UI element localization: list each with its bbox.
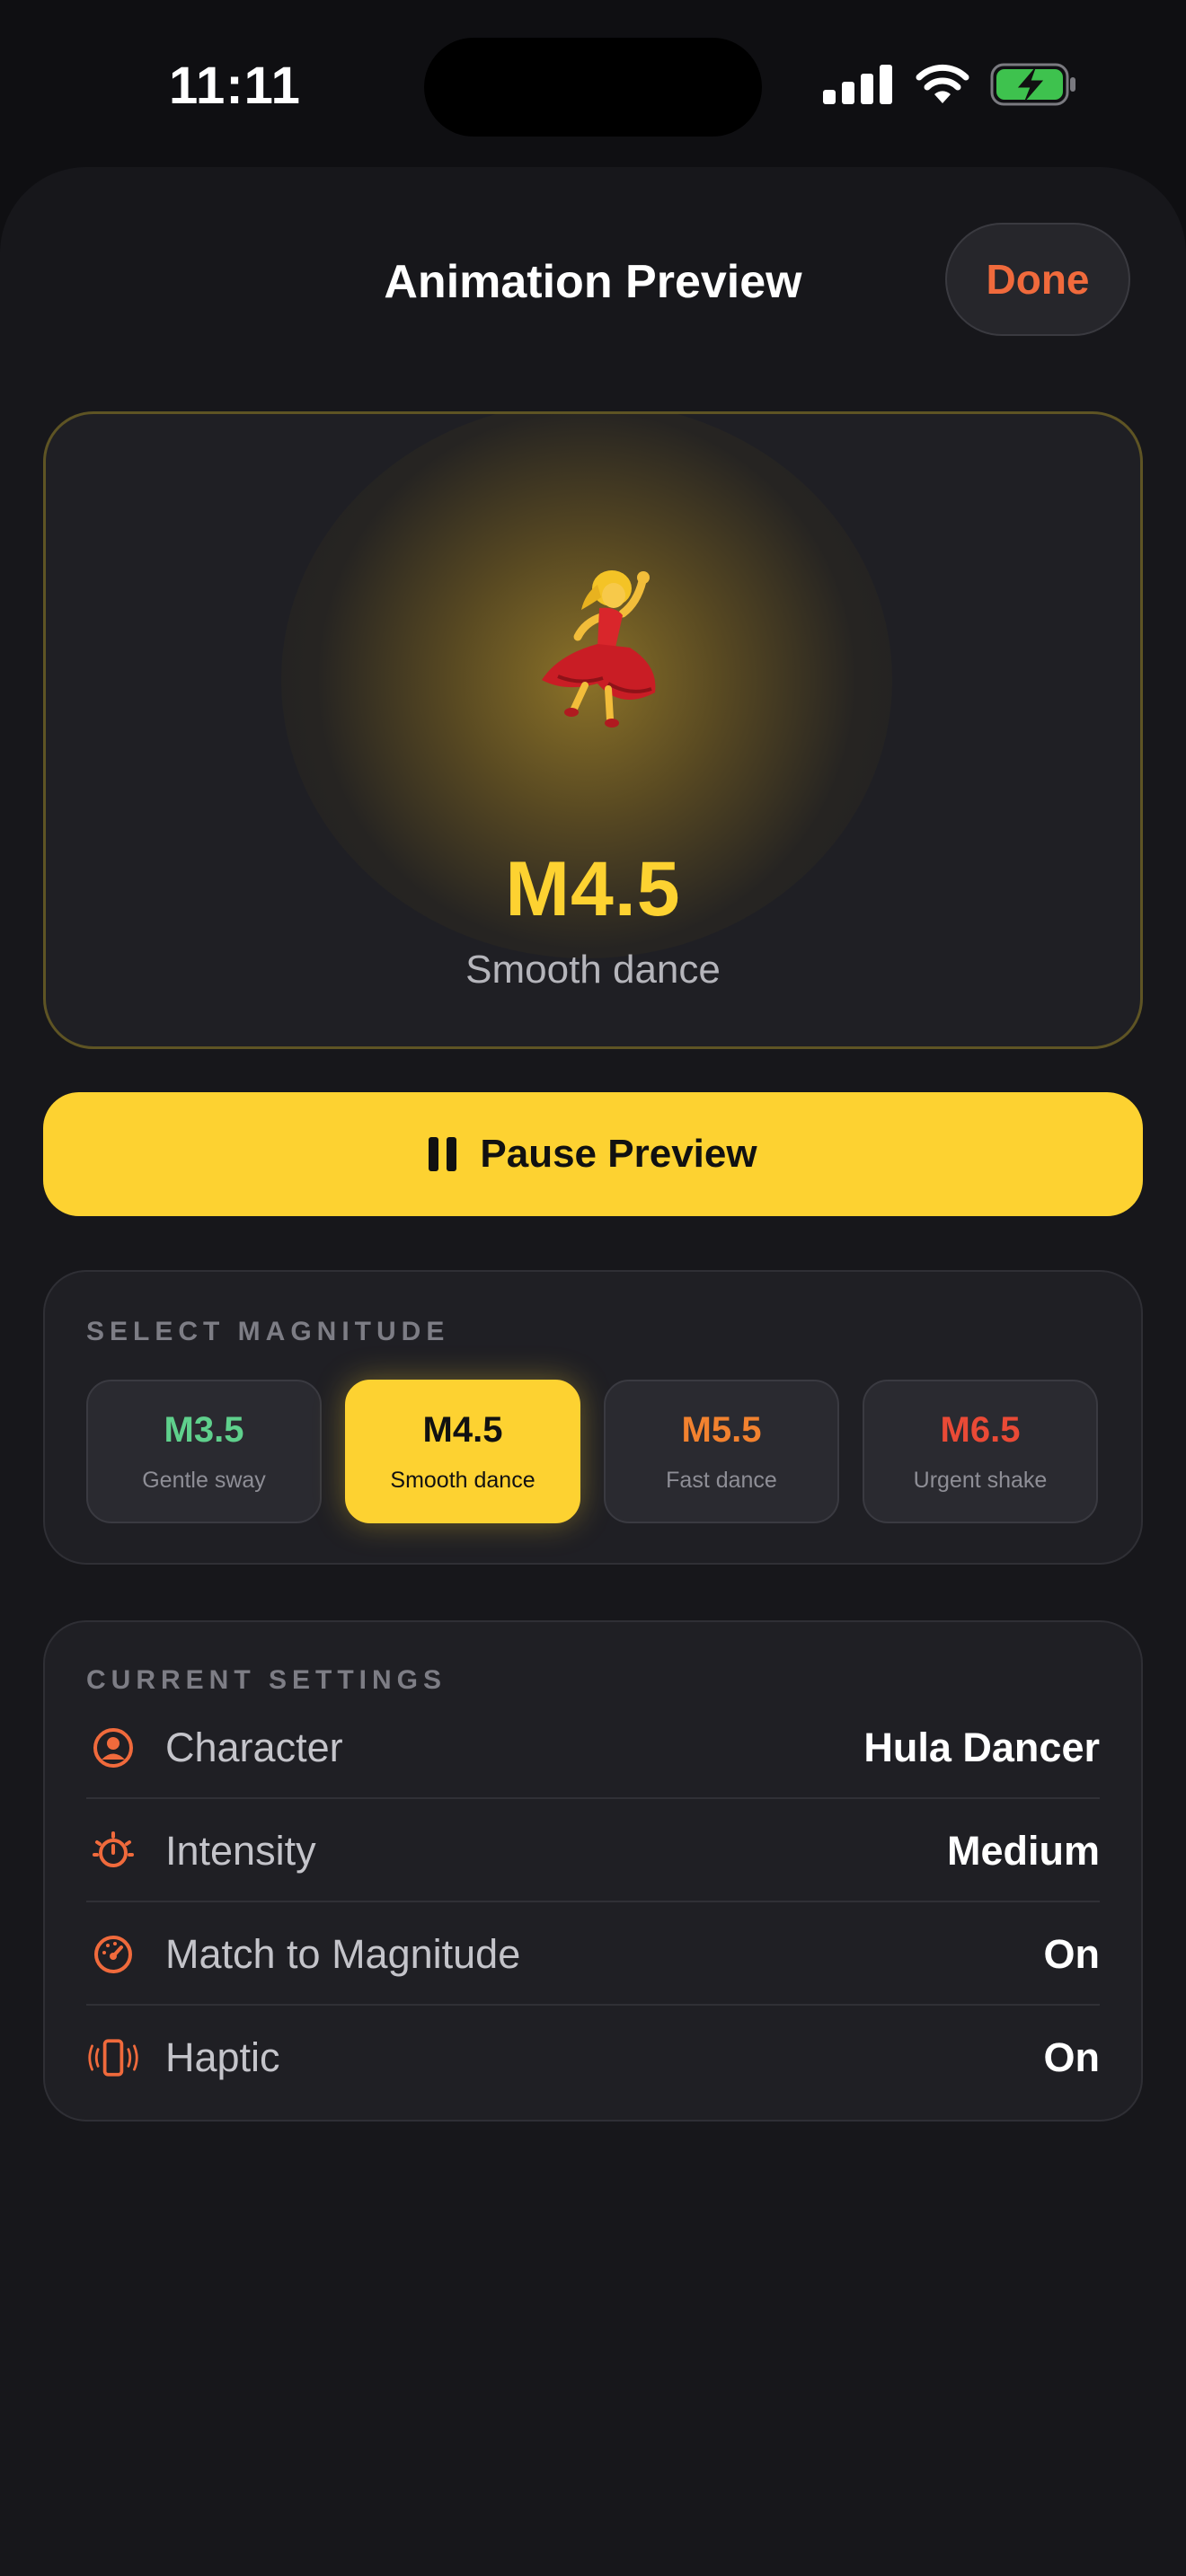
magnitude-value: M6.5	[940, 1410, 1021, 1450]
row-divider	[86, 2004, 1100, 2006]
preview-magnitude: M4.5	[505, 846, 681, 932]
setting-value: On	[1043, 2034, 1101, 2080]
setting-label: Character	[165, 1725, 343, 1770]
row-divider	[86, 1797, 1100, 1799]
current-settings-card: CURRENT SETTINGS Character Hula Dancer I…	[43, 1620, 1143, 2122]
setting-row-character: Character Hula Dancer	[86, 1698, 1100, 1800]
pause-preview-button[interactable]: Pause Preview	[43, 1092, 1143, 1216]
status-time: 11:11	[169, 57, 301, 115]
magnitude-option-m5-5[interactable]: M5.5 Fast dance	[604, 1380, 839, 1523]
setting-label: Intensity	[165, 1828, 316, 1874]
preview-description: Smooth dance	[465, 948, 721, 992]
pause-preview-label: Pause Preview	[480, 1132, 757, 1176]
setting-row-haptic: Haptic On	[86, 2007, 1100, 2110]
row-divider	[86, 1901, 1100, 1902]
setting-value: On	[1043, 1931, 1101, 1977]
phone-vibrate-icon	[86, 2031, 140, 2085]
status-bar: 11:11	[0, 0, 1186, 162]
animation-preview-card: M4.5 Smooth dance	[43, 411, 1143, 1049]
cellular-signal-icon	[823, 65, 892, 104]
select-magnitude-label: SELECT MAGNITUDE	[86, 1317, 450, 1346]
setting-row-intensity: Intensity Medium	[86, 1801, 1100, 1903]
setting-label: Match to Magnitude	[165, 1931, 521, 1977]
magnitude-option-m3-5[interactable]: M3.5 Gentle sway	[86, 1380, 322, 1523]
pause-icon	[429, 1137, 457, 1171]
magnitude-value: M3.5	[164, 1410, 244, 1450]
magnitude-description: Gentle sway	[142, 1468, 266, 1493]
magnitude-description: Fast dance	[666, 1468, 777, 1493]
magnitude-option-m4-5[interactable]: M4.5 Smooth dance	[345, 1380, 580, 1523]
magnitude-option-m6-5[interactable]: M6.5 Urgent shake	[863, 1380, 1098, 1523]
person-circle-icon	[86, 1721, 140, 1775]
wifi-icon	[916, 64, 969, 103]
status-icons	[823, 63, 1076, 106]
setting-label: Haptic	[165, 2034, 280, 2080]
magnitude-value: M5.5	[681, 1410, 762, 1450]
timer-icon	[86, 1824, 140, 1878]
done-button[interactable]: Done	[945, 223, 1130, 336]
battery-charging-icon	[990, 63, 1075, 106]
magnitude-value: M4.5	[422, 1410, 503, 1450]
setting-value: Hula Dancer	[863, 1725, 1100, 1770]
magnitude-description: Urgent shake	[913, 1468, 1048, 1493]
dynamic-island	[424, 38, 762, 137]
magnitude-selector-card: SELECT MAGNITUDE M3.5 Gentle sway M4.5 S…	[43, 1270, 1143, 1565]
current-settings-label: CURRENT SETTINGS	[86, 1665, 447, 1695]
magnitude-description: Smooth dance	[390, 1468, 535, 1493]
setting-row-match-to-magnitude: Match to Magnitude On	[86, 1904, 1100, 2007]
setting-value: Medium	[946, 1828, 1100, 1874]
gauge-icon	[86, 1928, 140, 1981]
dancer-emoji-icon	[542, 570, 656, 728]
